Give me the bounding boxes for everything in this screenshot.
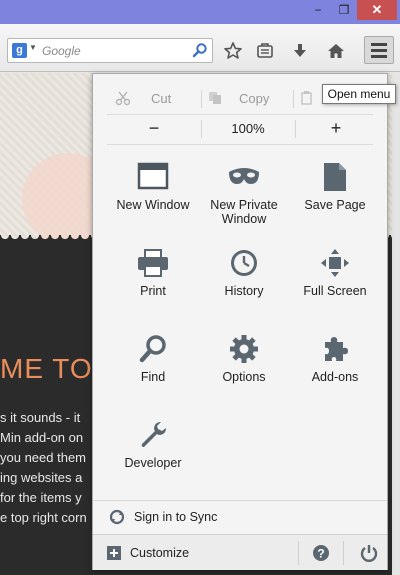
minimize-button[interactable]: −: [305, 0, 331, 20]
print-label: Print: [140, 284, 166, 298]
sync-label: Sign in to Sync: [134, 509, 218, 524]
save-page-button[interactable]: Save Page: [287, 162, 383, 212]
paste-button[interactable]: [301, 84, 313, 112]
help-icon[interactable]: ?: [311, 543, 331, 568]
options-gear-icon: [230, 335, 258, 363]
find-magnifier-icon: [139, 335, 166, 363]
customize-button[interactable]: Customize: [107, 535, 189, 571]
new-window-button[interactable]: New Window: [105, 162, 201, 212]
new-private-window-label: New Private Window: [210, 198, 278, 226]
sign-in-to-sync-button[interactable]: Sign in to Sync: [93, 500, 387, 532]
full-screen-button[interactable]: Full Screen: [287, 248, 383, 298]
zoom-out-button[interactable]: −: [107, 114, 201, 142]
firefox-menu-panel: Cut Copy − 100% + New Window New Private…: [92, 73, 388, 570]
hamburger-menu-icon[interactable]: [364, 36, 394, 64]
zoom-reset-button[interactable]: 100%: [201, 114, 295, 142]
cut-button[interactable]: Cut: [115, 84, 171, 112]
search-input[interactable]: [42, 41, 192, 60]
print-button[interactable]: Print: [105, 248, 201, 298]
add-ons-puzzle-icon: [325, 337, 348, 361]
developer-wrench-icon: [141, 422, 166, 447]
sync-icon: [109, 509, 125, 524]
history-label: History: [224, 284, 264, 298]
private-mask-icon: [229, 168, 259, 184]
maximize-button[interactable]: ❐: [331, 0, 357, 20]
save-page-label: Save Page: [304, 198, 366, 212]
search-bar[interactable]: g ▼: [7, 38, 213, 63]
svg-text:?: ?: [317, 547, 324, 561]
page-text-line: s it sounds - it: [0, 410, 81, 425]
page-text-line: Min add-on on: [0, 430, 84, 445]
find-label: Find: [140, 370, 166, 384]
history-button[interactable]: History: [196, 248, 292, 298]
add-ons-label: Add-ons: [311, 370, 359, 384]
options-label: Options: [222, 370, 266, 384]
paste-icon: [301, 91, 312, 105]
history-clock-icon: [231, 250, 257, 276]
customize-label: Customize: [130, 546, 190, 560]
developer-label: Developer: [124, 456, 182, 470]
page-text-line: ing websites a: [0, 470, 83, 485]
scissors-icon: [115, 91, 131, 106]
home-icon[interactable]: [323, 38, 349, 64]
quit-power-icon[interactable]: [359, 543, 379, 568]
page-text-line: you need them: [0, 450, 87, 465]
page-text-line: e top right corn: [0, 510, 87, 525]
reading-list-icon[interactable]: [252, 38, 278, 64]
google-engine-icon[interactable]: g: [12, 43, 27, 58]
engine-dropdown-icon[interactable]: ▼: [29, 43, 37, 52]
open-menu-tooltip: Open menu: [322, 84, 396, 104]
copy-label: Copy: [239, 90, 270, 106]
add-ons-button[interactable]: Add-ons: [287, 334, 383, 384]
full-screen-label: Full Screen: [303, 284, 367, 298]
page-headline: ME TO: [0, 353, 93, 384]
window-titlebar: − ❐ ✕: [0, 0, 400, 24]
options-button[interactable]: Options: [196, 334, 292, 384]
zoom-controls: − 100% +: [93, 114, 387, 142]
close-window-button[interactable]: ✕: [357, 0, 397, 20]
page-scrollbar[interactable]: [392, 73, 400, 575]
page-text-line: for the items y: [0, 490, 82, 505]
find-button[interactable]: Find: [105, 334, 201, 384]
new-window-label: New Window: [116, 198, 190, 212]
download-icon[interactable]: [287, 38, 313, 64]
copy-icon: [209, 92, 221, 104]
print-icon: [138, 249, 168, 277]
search-icon[interactable]: [192, 42, 208, 58]
bookmark-star-icon[interactable]: [220, 38, 246, 64]
copy-button[interactable]: Copy: [207, 84, 269, 112]
save-page-icon: [324, 163, 346, 191]
new-window-icon: [137, 162, 169, 190]
cut-label: Cut: [151, 90, 172, 106]
new-private-window-button[interactable]: New Private Window: [196, 162, 292, 226]
full-screen-icon: [321, 249, 349, 277]
developer-button[interactable]: Developer: [105, 420, 201, 470]
navigation-toolbar: g ▼: [0, 24, 400, 72]
menu-footer: Customize ?: [93, 534, 387, 570]
zoom-in-button[interactable]: +: [295, 114, 377, 142]
customize-plus-icon: [107, 546, 121, 560]
